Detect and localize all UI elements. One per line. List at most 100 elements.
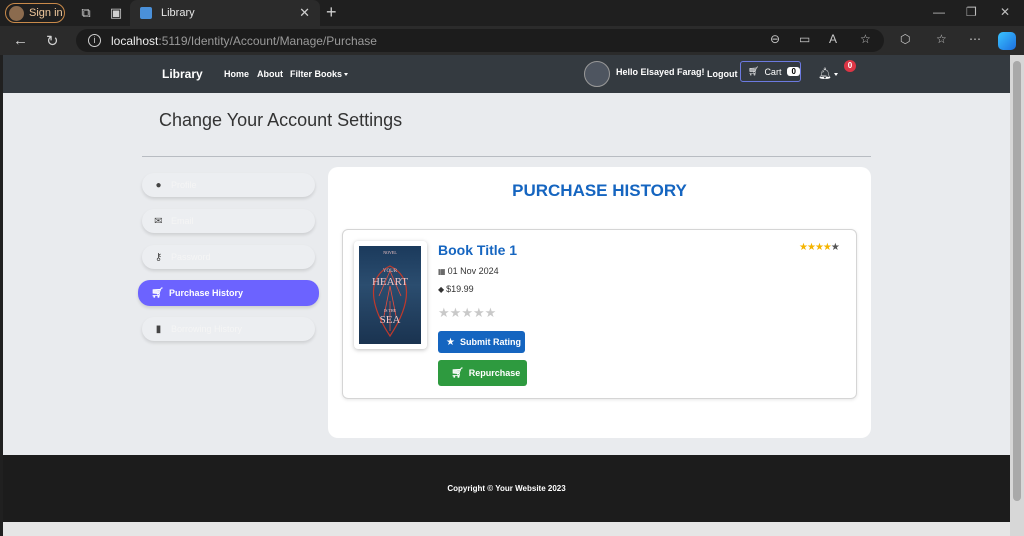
- star-icon: ★: [446, 336, 455, 348]
- book-title-link[interactable]: Book Title 1: [438, 242, 517, 258]
- copilot-icon[interactable]: [998, 32, 1016, 50]
- sidebar-item-purchase-history[interactable]: 🛒︎ Purchase History: [138, 280, 319, 306]
- star-filled-icon: ★: [822, 242, 832, 253]
- site-navbar: Library Home About Filter Books Hello El…: [3, 55, 1010, 93]
- page-bottom: [3, 522, 1010, 536]
- submit-rating-label: Submit Rating: [459, 337, 521, 347]
- chevron-down-icon: [833, 72, 838, 76]
- copyright-text: Copyright © Your Website 2023: [447, 484, 566, 493]
- url-path: :5119/Identity/Account/Manage/Purchase: [158, 33, 377, 48]
- browser-sign-in-button[interactable]: Sign in: [5, 3, 65, 23]
- star-filled-icon: ★: [799, 242, 808, 253]
- site-info-icon[interactable]: i: [88, 34, 101, 47]
- site-footer: Copyright © Your Website 2023: [3, 455, 1010, 522]
- url-field[interactable]: i localhost:5119/Identity/Account/Manage…: [76, 29, 884, 52]
- refresh-icon[interactable]: ↻: [46, 32, 59, 50]
- cart-button[interactable]: 🛒︎ Cart 0: [740, 61, 801, 82]
- profile-avatar-icon: [9, 5, 24, 21]
- sign-in-label: Sign in: [29, 7, 63, 19]
- close-tab-icon[interactable]: ✕: [299, 5, 310, 21]
- cart-icon: 🛒︎: [451, 367, 464, 379]
- cart-count-badge: 0: [787, 67, 800, 76]
- chevron-down-icon: [344, 73, 349, 77]
- purchase-item: NOVEL YOUR HEART IS THE SEA Book Title 1…: [342, 229, 857, 399]
- purchase-price-text: $19.99: [446, 284, 474, 294]
- sidebar-item-label: Profile: [171, 180, 197, 190]
- new-tab-icon[interactable]: +: [326, 2, 337, 23]
- purchase-history-card: PURCHASE HISTORY NOVEL YOUR HEART IS THE…: [328, 167, 871, 438]
- minimize-icon[interactable]: —: [933, 5, 945, 19]
- envelope-icon: ✉: [154, 215, 163, 227]
- back-arrow-icon[interactable]: ←: [13, 32, 28, 49]
- tab-favicon-icon: [140, 7, 152, 19]
- tab-actions-icon[interactable]: ▣: [108, 5, 124, 21]
- scrollbar-thumb[interactable]: [1013, 61, 1021, 501]
- notification-bell-icon[interactable]: 🔔︎: [818, 67, 838, 80]
- sidebar-item-label: Purchase History: [169, 288, 244, 298]
- cover-line: NOVEL: [383, 250, 397, 255]
- cover-line: YOUR: [382, 269, 398, 274]
- rate-star-icon[interactable]: ★: [461, 305, 473, 320]
- rate-star-icon[interactable]: ★: [438, 305, 450, 320]
- favorite-star-icon[interactable]: ☆: [860, 32, 871, 46]
- nav-link-about[interactable]: About: [257, 69, 283, 79]
- sidebar-item-borrowing-history[interactable]: ▮ Borrowing History: [142, 317, 315, 341]
- average-rating: ★★★★★: [799, 242, 840, 253]
- cart-icon: 🛒︎: [748, 66, 760, 76]
- rating-input[interactable]: ★★★★★: [438, 305, 496, 321]
- sidebar-item-label: Password: [171, 252, 211, 262]
- divider: [142, 156, 871, 157]
- star-empty-icon: ★: [830, 242, 840, 253]
- reader-mode-icon[interactable]: ▭: [799, 32, 810, 46]
- sidebar-item-profile[interactable]: ● Profile: [142, 173, 315, 197]
- browser-tab-bar: Sign in ⧉ ▣ Library ✕ + — ❐ ✕: [0, 0, 1024, 26]
- filter-books-label: Filter Books: [290, 69, 343, 79]
- avatar[interactable]: [584, 61, 610, 87]
- more-menu-icon[interactable]: ⋯: [969, 32, 981, 46]
- book-icon: ▮: [155, 323, 162, 335]
- read-aloud-icon[interactable]: A: [829, 32, 837, 46]
- rate-star-icon[interactable]: ★: [473, 305, 485, 320]
- cover-line: HEART: [371, 276, 408, 288]
- page-scrollbar[interactable]: [1010, 55, 1024, 536]
- purchase-price: ◆ $19.99: [438, 284, 474, 294]
- sidebar-item-email[interactable]: ✉ Email: [142, 209, 315, 233]
- star-filled-icon: ★: [806, 242, 816, 253]
- user-circle-icon: ●: [155, 179, 162, 191]
- star-filled-icon: ★: [814, 242, 824, 253]
- sidebar-item-label: Borrowing History: [171, 324, 243, 334]
- rate-star-icon[interactable]: ★: [485, 305, 497, 320]
- repurchase-button[interactable]: 🛒︎ Repurchase: [438, 360, 527, 386]
- purchase-date: ▦ 01 Nov 2024: [438, 266, 499, 276]
- user-greeting[interactable]: Hello Elsayed Farag!: [616, 67, 705, 77]
- url-host: localhost: [111, 33, 159, 48]
- book-cover-image: NOVEL YOUR HEART IS THE SEA: [359, 246, 421, 344]
- cart-icon: 🛒︎: [151, 287, 164, 299]
- book-cover[interactable]: NOVEL YOUR HEART IS THE SEA: [354, 241, 427, 349]
- sidebar-item-label: Email: [171, 216, 194, 226]
- purchase-date-text: 01 Nov 2024: [447, 266, 499, 276]
- rate-star-icon[interactable]: ★: [450, 305, 462, 320]
- sidebar-item-password[interactable]: ⚷ Password: [142, 245, 315, 269]
- page-title: Change Your Account Settings: [159, 110, 403, 130]
- notification-count-badge: 0: [844, 60, 856, 72]
- cover-line: SEA: [379, 314, 401, 326]
- extensions-icon[interactable]: ⬡: [900, 32, 910, 46]
- nav-link-home[interactable]: Home: [224, 69, 249, 79]
- workspaces-icon[interactable]: ⧉: [78, 5, 94, 21]
- close-window-icon[interactable]: ✕: [1000, 5, 1010, 19]
- browser-tab-library[interactable]: Library ✕: [130, 0, 320, 26]
- tab-title: Library: [161, 7, 195, 19]
- nav-dropdown-filter-books[interactable]: Filter Books: [290, 69, 349, 79]
- favorites-icon[interactable]: ☆: [936, 32, 947, 46]
- repurchase-label: Repurchase: [468, 368, 521, 378]
- submit-rating-button[interactable]: ★ Submit Rating: [438, 331, 525, 353]
- restore-icon[interactable]: ❐: [966, 5, 977, 19]
- tag-icon: ◆: [438, 285, 445, 294]
- brand-link[interactable]: Library: [162, 67, 203, 81]
- zoom-icon[interactable]: ⊖: [770, 32, 780, 46]
- web-page: Library Home About Filter Books Hello El…: [3, 55, 1010, 536]
- calendar-icon: ▦: [438, 267, 446, 276]
- cart-label: Cart: [764, 66, 782, 77]
- logout-link[interactable]: Logout: [707, 69, 738, 79]
